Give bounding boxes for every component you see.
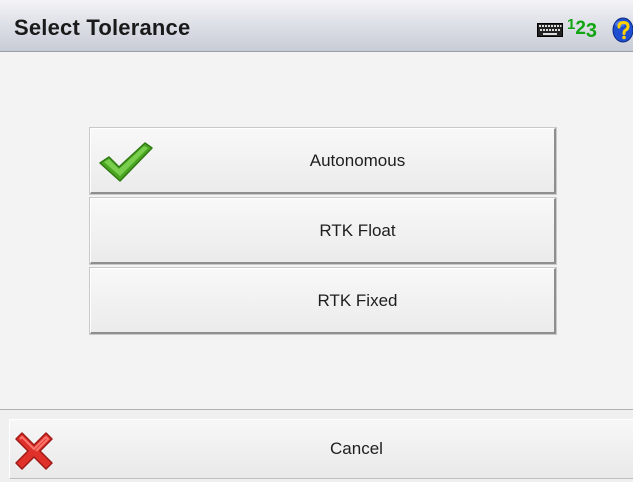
option-rtk-float-label: RTK Float	[319, 220, 396, 240]
option-autonomous-button[interactable]: Autonomous	[89, 127, 557, 195]
option-rtk-fixed-label: RTK Fixed	[317, 290, 398, 310]
option-autonomous-label: Autonomous	[309, 150, 406, 170]
option-rtk-float-button[interactable]: RTK Float	[89, 197, 557, 265]
title-bar: Select Tolerance 123	[0, 0, 633, 52]
numeric-digit-2: 2	[575, 18, 586, 39]
numeric-digit-3: 3	[585, 20, 598, 42]
tolerance-options-panel: Autonomous RTK Float RTK Fixed	[0, 52, 633, 409]
numeric-input-icon[interactable]: 123	[567, 16, 609, 43]
bottom-bar: Cancel	[0, 409, 633, 482]
keyboard-icon[interactable]	[537, 23, 563, 37]
cancel-button[interactable]: Cancel	[9, 419, 633, 479]
option-rtk-fixed-button[interactable]: RTK Fixed	[89, 267, 557, 335]
window-title: Select Tolerance	[14, 15, 191, 40]
help-icon[interactable]	[611, 17, 633, 43]
cancel-label: Cancel	[330, 439, 383, 458]
